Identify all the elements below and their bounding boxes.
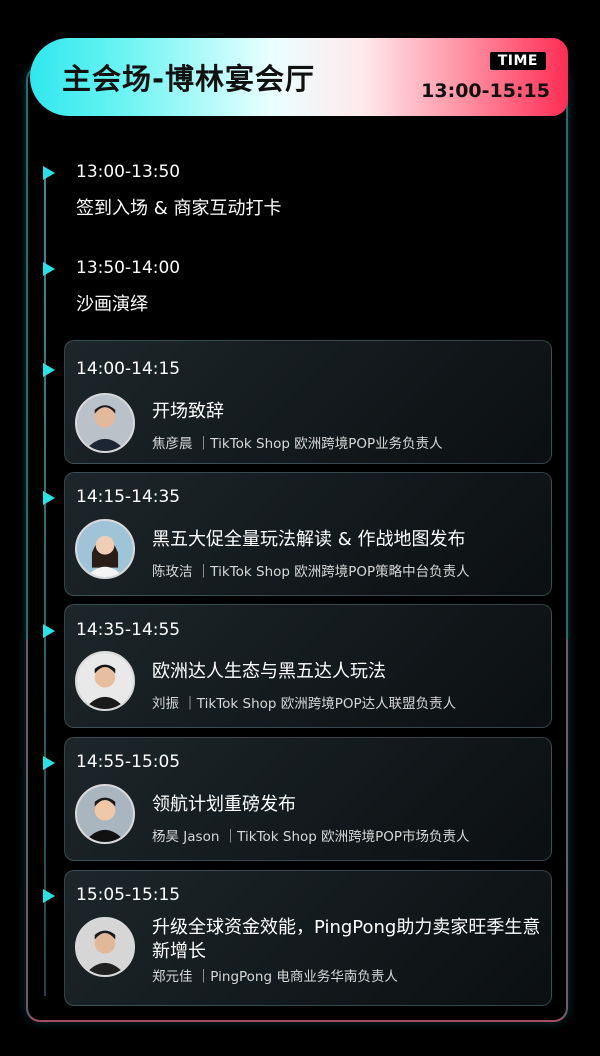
timeline-line <box>44 170 46 996</box>
agenda-title: 沙画演绎 <box>76 294 148 315</box>
talk-title: 领航计划重磅发布 <box>152 794 296 815</box>
timeline-marker-icon <box>43 756 55 770</box>
speaker-avatar <box>75 393 135 453</box>
speaker-avatar <box>75 519 135 579</box>
agenda-time: 13:00-13:50 <box>76 162 181 182</box>
speaker-info: 陈玫洁 ｜TikTok Shop 欧洲跨境POP策略中台负责人 <box>152 564 470 580</box>
talk-title: 欧洲达人生态与黑五达人玩法 <box>152 661 386 682</box>
talk-title: 开场致辞 <box>152 401 224 422</box>
timeline-marker-icon <box>43 363 55 377</box>
venue-time-range: 13:00-15:15 <box>421 80 550 102</box>
agenda-time: 14:15-14:35 <box>76 487 181 507</box>
speaker-info: 郑元佳 ｜PingPong 电商业务华南负责人 <box>152 969 398 985</box>
timeline-marker-icon <box>43 166 55 180</box>
agenda-time: 14:00-14:15 <box>76 359 181 379</box>
speaker-avatar <box>75 917 135 977</box>
agenda-time: 13:50-14:00 <box>76 258 181 278</box>
agenda-title: 签到入场 & 商家互动打卡 <box>76 198 282 219</box>
agenda-time: 14:35-14:55 <box>76 620 181 640</box>
speaker-avatar <box>75 784 135 844</box>
agenda-time: 15:05-15:15 <box>76 885 181 905</box>
agenda-time: 14:55-15:05 <box>76 752 181 772</box>
venue-title: 主会场-博林宴会厅 <box>62 62 316 96</box>
talk-title: 黑五大促全量玩法解读 & 作战地图发布 <box>152 529 466 550</box>
timeline-marker-icon <box>43 889 55 903</box>
speaker-info: 杨昊 Jason ｜TikTok Shop 欧洲跨境POP市场负责人 <box>152 829 470 845</box>
time-badge: TIME <box>489 52 546 70</box>
timeline-marker-icon <box>43 624 55 638</box>
speaker-info: 刘振 ｜TikTok Shop 欧洲跨境POP达人联盟负责人 <box>152 696 457 712</box>
speaker-avatar <box>75 651 135 711</box>
speaker-info: 焦彦晨 ｜TikTok Shop 欧洲跨境POP业务负责人 <box>152 436 443 452</box>
talk-title: 升级全球资金效能，PingPong助力卖家旺季生意新增长 <box>152 917 541 962</box>
venue-header: 主会场-博林宴会厅 TIME 13:00-15:15 <box>30 38 568 116</box>
timeline-marker-icon <box>43 262 55 276</box>
timeline-marker-icon <box>43 491 55 505</box>
